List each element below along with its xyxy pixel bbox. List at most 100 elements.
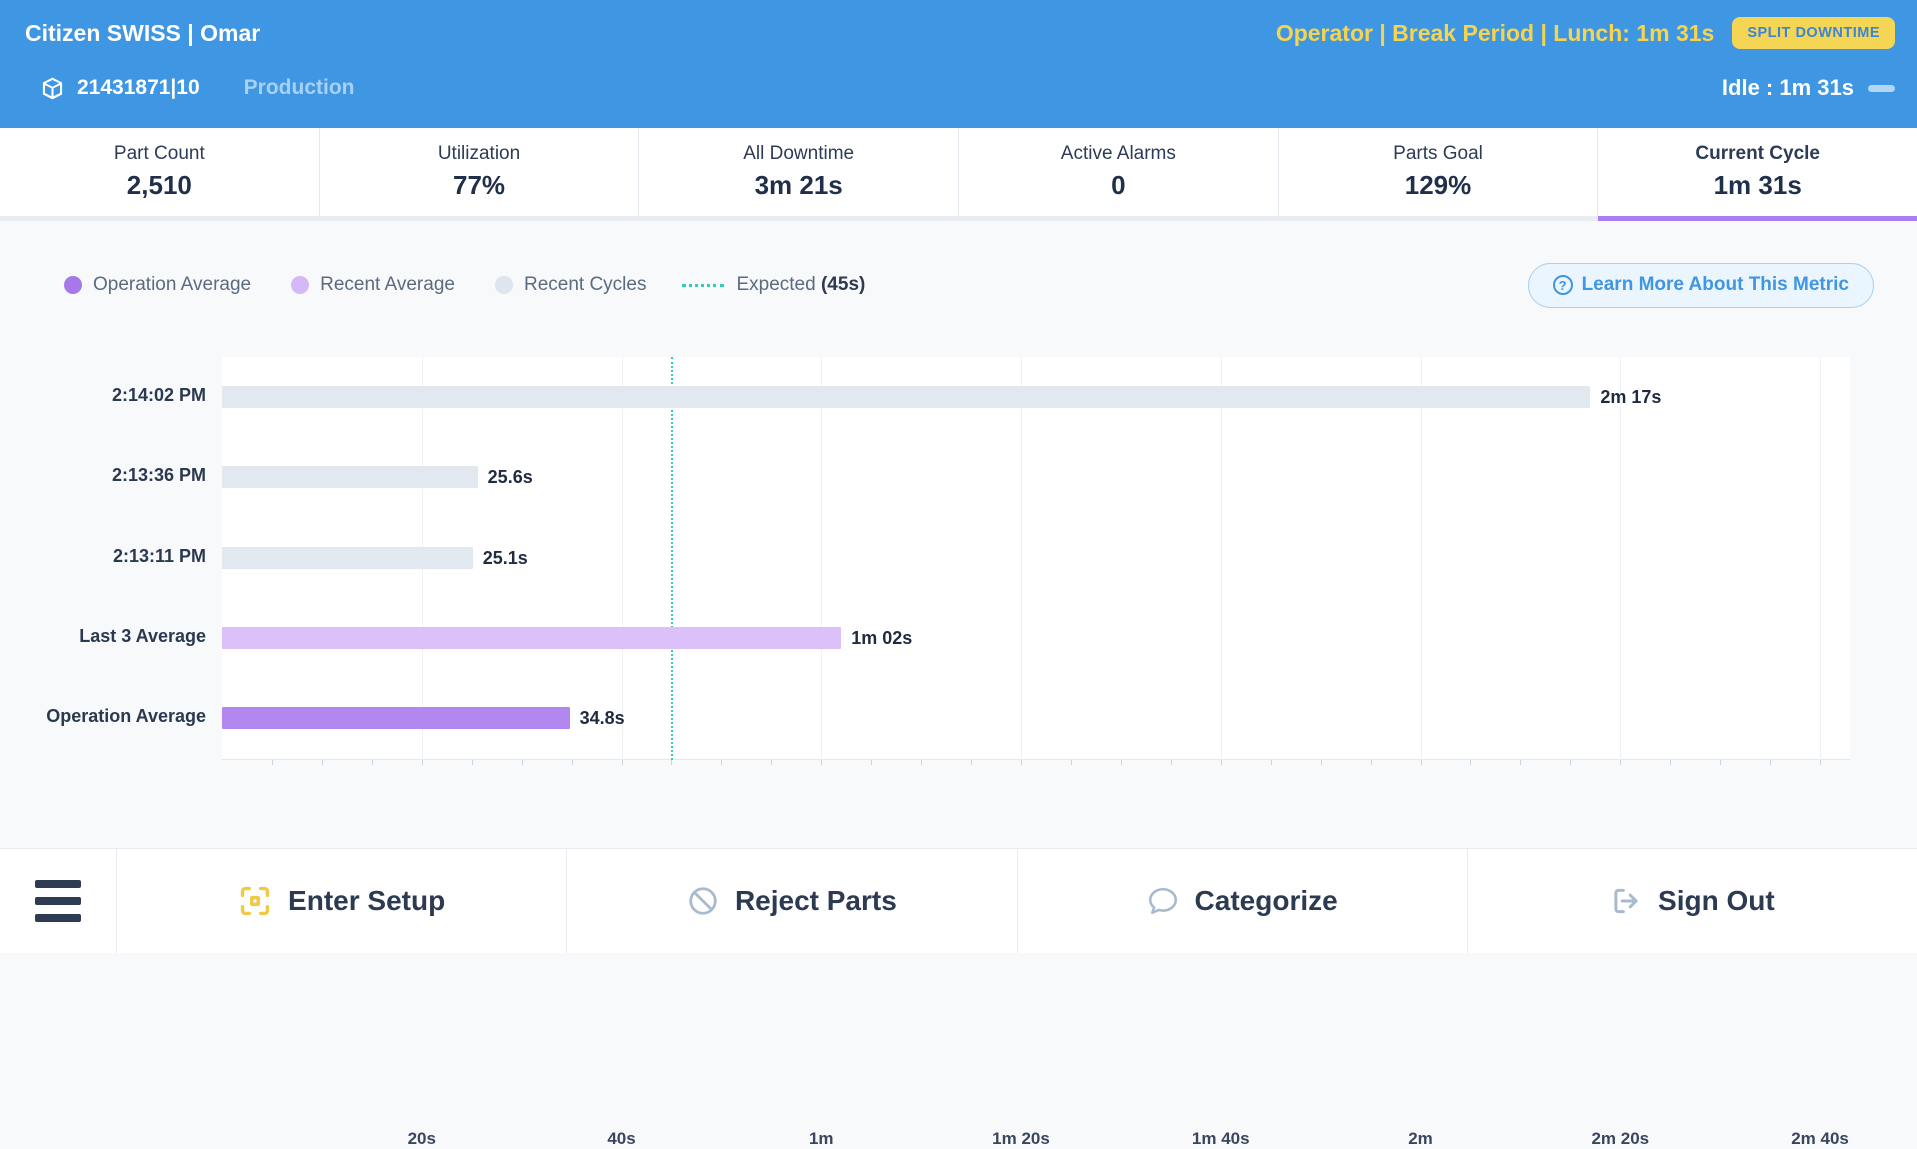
axis-minor-tick bbox=[1071, 760, 1072, 765]
metric-tab-utilization[interactable]: Utilization77% bbox=[320, 128, 640, 221]
axis-minor-tick bbox=[272, 760, 273, 765]
chart-bar-value: 34.8s bbox=[580, 707, 625, 729]
package-cube-icon bbox=[40, 76, 65, 101]
x-axis-tick-label: 1m 40s bbox=[1192, 1129, 1250, 1149]
axis-minor-tick bbox=[572, 760, 573, 765]
axis-minor-tick bbox=[1171, 760, 1172, 765]
axis-minor-tick bbox=[921, 760, 922, 765]
bottom-action-bar: Enter Setup Reject Parts Categorize Sign Ou… bbox=[0, 848, 1917, 953]
axis-minor-tick bbox=[1720, 760, 1721, 765]
axis-minor-tick bbox=[472, 760, 473, 765]
chart-bar bbox=[222, 547, 473, 569]
chart-row-label: 2:14:02 PM bbox=[0, 385, 206, 406]
chart-row-label: 2:13:11 PM bbox=[0, 546, 206, 567]
metric-label: Utilization bbox=[438, 143, 520, 165]
metric-label: Active Alarms bbox=[1061, 143, 1176, 165]
chart-bar-value: 2m 17s bbox=[1600, 386, 1661, 408]
expected-label: Expected (45s) bbox=[736, 274, 865, 296]
metric-tab-parts-goal[interactable]: Parts Goal 129% bbox=[1279, 128, 1599, 221]
header-row-1: Citizen SWISS | Omar Operator | Break Pe… bbox=[25, 8, 1895, 58]
metric-label: Current Cycle bbox=[1695, 143, 1820, 165]
axis-minor-tick bbox=[622, 760, 623, 765]
metric-value: 129% bbox=[1405, 170, 1472, 201]
axis-minor-tick bbox=[1820, 760, 1821, 765]
cycle-time-chart: 2m 17s25.6s25.1s1m 02s34.8s 20s40s1m1m 2… bbox=[0, 357, 1917, 797]
chart-bar-value: 25.6s bbox=[488, 466, 533, 488]
legend-item-operation-average: Operation Average bbox=[64, 274, 251, 296]
chart-bar-value: 25.1s bbox=[483, 547, 528, 569]
job-number: 21431871|10 bbox=[77, 76, 200, 100]
sign-out-icon bbox=[1610, 885, 1642, 917]
gridline bbox=[1021, 357, 1022, 760]
metric-tab-all-downtime[interactable]: All Downtime3m 21s bbox=[639, 128, 959, 221]
axis-minor-tick bbox=[871, 760, 872, 765]
metric-tab-active-alarms[interactable]: Active Alarms 0 bbox=[959, 128, 1279, 221]
nav-item-enter-setup[interactable]: Enter Setup bbox=[116, 849, 566, 953]
nav-item-reject-parts[interactable]: Reject Parts bbox=[566, 849, 1016, 953]
axis-minor-tick bbox=[1271, 760, 1272, 765]
chart-bar-value: 1m 02s bbox=[851, 627, 912, 649]
chart-plot-area: 2m 17s 25.6s 25.1s 1m 02s 34.8s bbox=[222, 357, 1850, 760]
chart-bar bbox=[222, 707, 570, 729]
question-circle-icon: ? bbox=[1553, 275, 1573, 295]
axis-minor-tick bbox=[1021, 760, 1022, 765]
nav-item-label: Enter Setup bbox=[288, 885, 445, 917]
nav-item-label: Reject Parts bbox=[735, 885, 897, 917]
axis-minor-tick bbox=[372, 760, 373, 765]
axis-minor-tick bbox=[522, 760, 523, 765]
split-downtime-button[interactable]: SPLIT DOWNTIME bbox=[1732, 17, 1895, 49]
legend-item-label: Operation Average bbox=[93, 274, 251, 296]
x-axis-tick-label: 2m 20s bbox=[1591, 1129, 1649, 1149]
metric-tab-current-cycle[interactable]: Current Cycle 1m 31s bbox=[1598, 128, 1917, 221]
metric-tab-part-count[interactable]: Part Count 2,510 bbox=[0, 128, 320, 221]
metric-value: 3m 21s bbox=[755, 170, 843, 201]
legend-item-label: Recent Average bbox=[320, 274, 455, 296]
x-axis-tick-label: 20s bbox=[408, 1129, 436, 1149]
metric-value: 2,510 bbox=[127, 170, 192, 201]
metric-label: Part Count bbox=[114, 143, 205, 165]
axis-minor-tick bbox=[1670, 760, 1671, 765]
job-group: 21431871|10 Production bbox=[40, 76, 355, 101]
nav-item-sign-out[interactable]: Sign Out bbox=[1467, 849, 1917, 953]
axis-minor-tick bbox=[671, 760, 672, 765]
chart-legend: Operation Average Recent Average Recent Cy… bbox=[64, 274, 646, 296]
learn-more-label: Learn More About This Metric bbox=[1582, 274, 1849, 296]
nav-item-label: Categorize bbox=[1195, 885, 1338, 917]
gridline bbox=[1820, 357, 1821, 760]
axis-minor-tick bbox=[971, 760, 972, 765]
legend-item-label: Recent Cycles bbox=[524, 274, 647, 296]
axis-minor-tick bbox=[1371, 760, 1372, 765]
menu-button[interactable] bbox=[0, 849, 116, 953]
legend-dot-icon bbox=[495, 276, 513, 294]
gridline bbox=[1620, 357, 1621, 760]
app-header: Citizen SWISS | Omar Operator | Break Pe… bbox=[0, 0, 1917, 128]
chart-bar bbox=[222, 386, 1590, 408]
gridline bbox=[1421, 357, 1422, 760]
legend-item-recent-average: Recent Average bbox=[291, 274, 455, 296]
x-axis-tick-label: 2m 40s bbox=[1791, 1129, 1849, 1149]
operator-status-text: Operator | Break Period | Lunch: 1m 31s bbox=[1276, 20, 1715, 47]
chart-bar bbox=[222, 466, 478, 488]
x-axis-tick-label: 1m 20s bbox=[992, 1129, 1050, 1149]
idle-dash-icon bbox=[1868, 85, 1895, 92]
metric-label: Parts Goal bbox=[1393, 143, 1483, 165]
chart-bar bbox=[222, 627, 841, 649]
learn-more-button[interactable]: ? Learn More About This Metric bbox=[1528, 263, 1874, 308]
gridline bbox=[821, 357, 822, 760]
axis-minor-tick bbox=[1221, 760, 1222, 765]
axis-minor-tick bbox=[721, 760, 722, 765]
header-status-group: Operator | Break Period | Lunch: 1m 31s … bbox=[1276, 17, 1895, 49]
header-row-2: 21431871|10 Production Idle : 1m 31s bbox=[40, 60, 1895, 116]
axis-minor-tick bbox=[771, 760, 772, 765]
metrics-tab-strip: Part Count 2,510 Utilization77%All Downtim… bbox=[0, 128, 1917, 221]
nav-item-categorize[interactable]: Categorize bbox=[1017, 849, 1467, 953]
categorize-icon bbox=[1147, 885, 1179, 917]
x-axis-tick-label: 40s bbox=[607, 1129, 635, 1149]
chart-row-label: Operation Average bbox=[0, 706, 206, 727]
metric-value: 1m 31s bbox=[1714, 170, 1802, 201]
metric-value: 0 bbox=[1111, 170, 1125, 201]
machine-operator-title: Citizen SWISS | Omar bbox=[25, 20, 260, 47]
axis-minor-tick bbox=[1121, 760, 1122, 765]
axis-minor-tick bbox=[1570, 760, 1571, 765]
axis-minor-tick bbox=[422, 760, 423, 765]
